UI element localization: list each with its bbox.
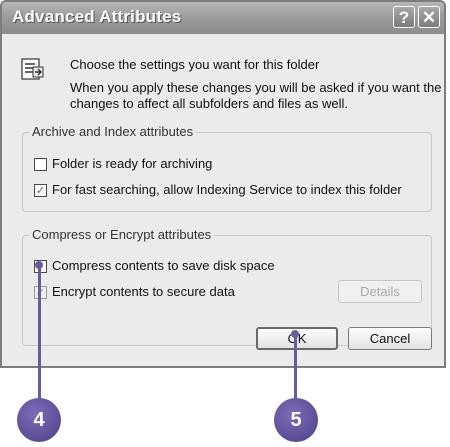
archive-group-legend: Archive and Index attributes (29, 124, 197, 139)
cancel-button[interactable]: Cancel (348, 327, 432, 350)
help-button[interactable]: ? (393, 6, 415, 28)
indexing-checkbox[interactable]: ✓ (34, 184, 47, 197)
folder-settings-icon (21, 58, 44, 80)
callout-4-badge: 4 (17, 398, 61, 442)
advanced-attributes-dialog: Advanced Attributes ? ✕ Choose the setti… (0, 0, 446, 368)
dialog-title: Advanced Attributes (12, 7, 182, 26)
archive-index-group: Archive and Index attributes (22, 124, 432, 212)
title-bar[interactable]: Advanced Attributes ? ✕ (2, 2, 444, 34)
dialog-body: Choose the settings you want for this fo… (2, 34, 444, 366)
callout-5-line (294, 334, 297, 402)
callout-5-badge: 5 (274, 398, 318, 442)
compress-label[interactable]: Compress contents to save disk space (52, 258, 275, 273)
compress-group-legend: Compress or Encrypt attributes (29, 227, 215, 242)
indexing-label[interactable]: For fast searching, allow Indexing Servi… (52, 182, 402, 197)
archive-label[interactable]: Folder is ready for archiving (52, 156, 212, 171)
description-line-3: changes to affect all subfolders and fil… (70, 96, 348, 111)
close-button[interactable]: ✕ (418, 6, 440, 28)
description-line-1: Choose the settings you want for this fo… (70, 57, 320, 72)
description-line-2: When you apply these changes you will be… (70, 80, 442, 95)
encrypt-label[interactable]: Encrypt contents to secure data (52, 284, 235, 299)
callout-4-line (38, 265, 41, 403)
archive-checkbox[interactable] (34, 158, 47, 171)
details-button[interactable]: Details (338, 280, 422, 303)
